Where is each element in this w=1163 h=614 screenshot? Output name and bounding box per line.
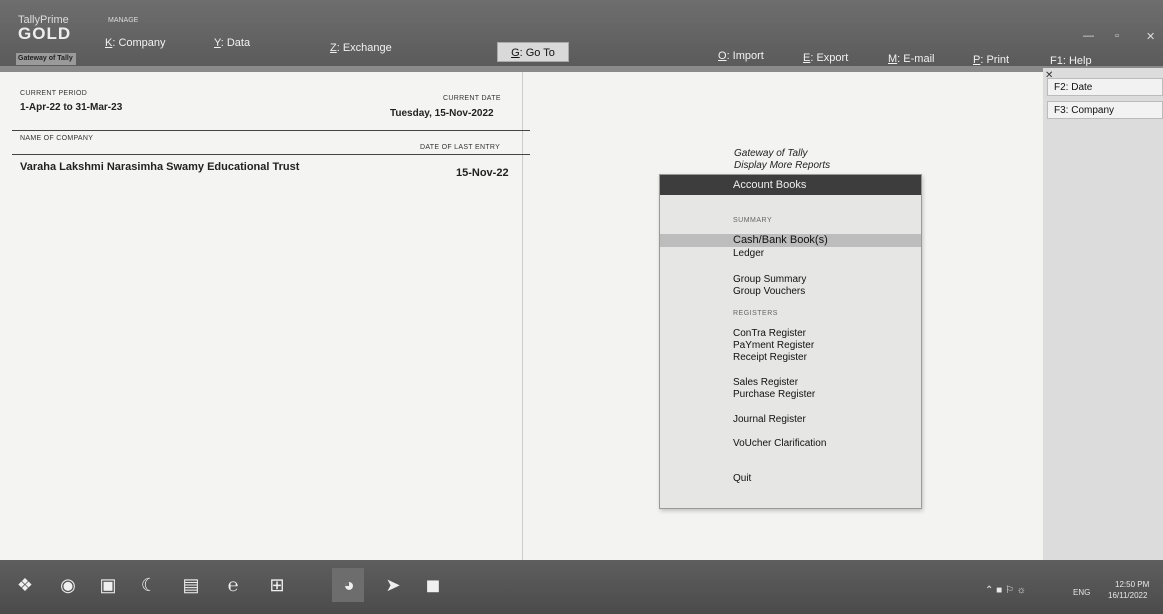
menu-print[interactable]: P: Print xyxy=(973,54,1009,66)
account-books-menu: Account Books SUMMARY Cash/Bank Book(s) … xyxy=(659,174,922,509)
windows-start-icon[interactable]: ❖ xyxy=(12,572,38,598)
calculator-icon[interactable]: ⊞ xyxy=(264,572,290,598)
menu-item-payment-register[interactable]: PaYment Register xyxy=(733,340,814,351)
f2-date-button[interactable]: F2: Date xyxy=(1047,78,1163,96)
minimize-icon[interactable]: — xyxy=(1083,30,1094,42)
menu-item-receipt-register[interactable]: Receipt Register xyxy=(733,352,807,363)
menu-item-purchase-register[interactable]: Purchase Register xyxy=(733,389,815,400)
menu-email[interactable]: M: E-mail xyxy=(888,53,934,65)
clock-date[interactable]: 16/11/2022 xyxy=(1108,591,1147,600)
menu-export[interactable]: E: Export xyxy=(803,52,848,64)
windows-taskbar: ❖ ◉ ▣ ☾ ▤ ℮ ⊞ ◕ ➤ ◼ ⌃ ■ ⚐ ☼ ENG 12:50 PM… xyxy=(0,560,1163,614)
current-period-value: 1-Apr-22 to 31-Mar-23 xyxy=(20,102,123,113)
file-explorer-icon[interactable]: ▤ xyxy=(178,572,204,598)
breadcrumb-display-more: Display More Reports xyxy=(734,160,831,171)
menu-item-cash-bank-book[interactable]: Cash/Bank Book(s) xyxy=(660,234,921,247)
tally-task-icon[interactable]: ➤ xyxy=(380,572,406,598)
browser-icon[interactable]: ◉ xyxy=(55,572,81,598)
section-summary: SUMMARY xyxy=(733,217,773,224)
last-entry-column-header: DATE OF LAST ENTRY xyxy=(420,144,501,151)
tray-icons[interactable]: ⌃ ■ ⚐ ☼ xyxy=(985,585,1026,596)
menu-item-journal-register[interactable]: Journal Register xyxy=(733,414,806,425)
menu-title: Account Books xyxy=(660,175,921,195)
menu-breadcrumb: Gateway of Tally Display More Reports xyxy=(734,148,830,172)
menu-item-sales-register[interactable]: Sales Register xyxy=(733,377,798,388)
internet-explorer-icon[interactable]: ℮ xyxy=(220,572,246,598)
menu-item-voucher-clarification[interactable]: VoUcher Clarification xyxy=(733,438,826,449)
chrome-icon[interactable]: ◕ xyxy=(336,572,362,598)
menu-exchange[interactable]: Z: Exchange xyxy=(330,42,392,54)
f3-company-button[interactable]: F3: Company xyxy=(1047,101,1163,119)
current-date-label: CURRENT DATE xyxy=(443,95,501,102)
restore-icon[interactable]: ▫ xyxy=(1115,30,1119,42)
function-key-panel: F2: Date F3: Company xyxy=(1043,68,1163,560)
header-rule xyxy=(12,130,530,131)
menu-item-group-vouchers[interactable]: Group Vouchers xyxy=(733,286,805,297)
store-icon[interactable]: ▣ xyxy=(95,572,121,598)
menu-import[interactable]: O: Import xyxy=(718,50,764,62)
manage-label: MANAGE xyxy=(108,17,139,24)
window-close-icon[interactable]: ✕ xyxy=(1146,30,1155,43)
menu-company[interactable]: K: Company xyxy=(105,37,166,49)
clock-time[interactable]: 12:50 PM xyxy=(1115,580,1149,589)
menu-item-group-summary[interactable]: Group Summary xyxy=(733,274,806,285)
language-indicator[interactable]: ENG xyxy=(1073,588,1090,597)
edge-icon[interactable]: ☾ xyxy=(136,572,162,598)
menu-item-ledger[interactable]: Ledger xyxy=(733,248,764,259)
company-info-panel: CURRENT PERIOD 1-Apr-22 to 31-Mar-23 CUR… xyxy=(0,72,530,560)
last-entry-date: 15-Nov-22 xyxy=(456,167,509,179)
app-edition: GOLD xyxy=(18,24,72,43)
menu-data[interactable]: Y: Data xyxy=(214,37,250,49)
goto-button[interactable]: G: Go To xyxy=(497,42,569,62)
app-window-icon[interactable]: ◼ xyxy=(420,572,446,598)
tally-logo: TallyPrime GOLD xyxy=(18,14,71,44)
top-menu-bar: TallyPrime GOLD Gateway of Tally MANAGE … xyxy=(0,0,1163,72)
current-date-value: Tuesday, 15-Nov-2022 xyxy=(390,108,494,119)
company-name[interactable]: Varaha Lakshmi Narasimha Swamy Education… xyxy=(20,161,299,173)
header-rule-bottom xyxy=(12,154,530,155)
breadcrumb-gateway: Gateway of Tally xyxy=(734,148,808,159)
panel-close-icon[interactable]: ✕ xyxy=(1045,70,1053,81)
menu-item-quit[interactable]: Quit xyxy=(733,473,751,484)
company-column-header: NAME OF COMPANY xyxy=(20,135,94,142)
section-registers: REGISTERS xyxy=(733,310,778,317)
menu-item-contra-register[interactable]: ConTra Register xyxy=(733,328,806,339)
current-period-label: CURRENT PERIOD xyxy=(20,90,88,97)
screen-tag: Gateway of Tally xyxy=(16,53,76,65)
